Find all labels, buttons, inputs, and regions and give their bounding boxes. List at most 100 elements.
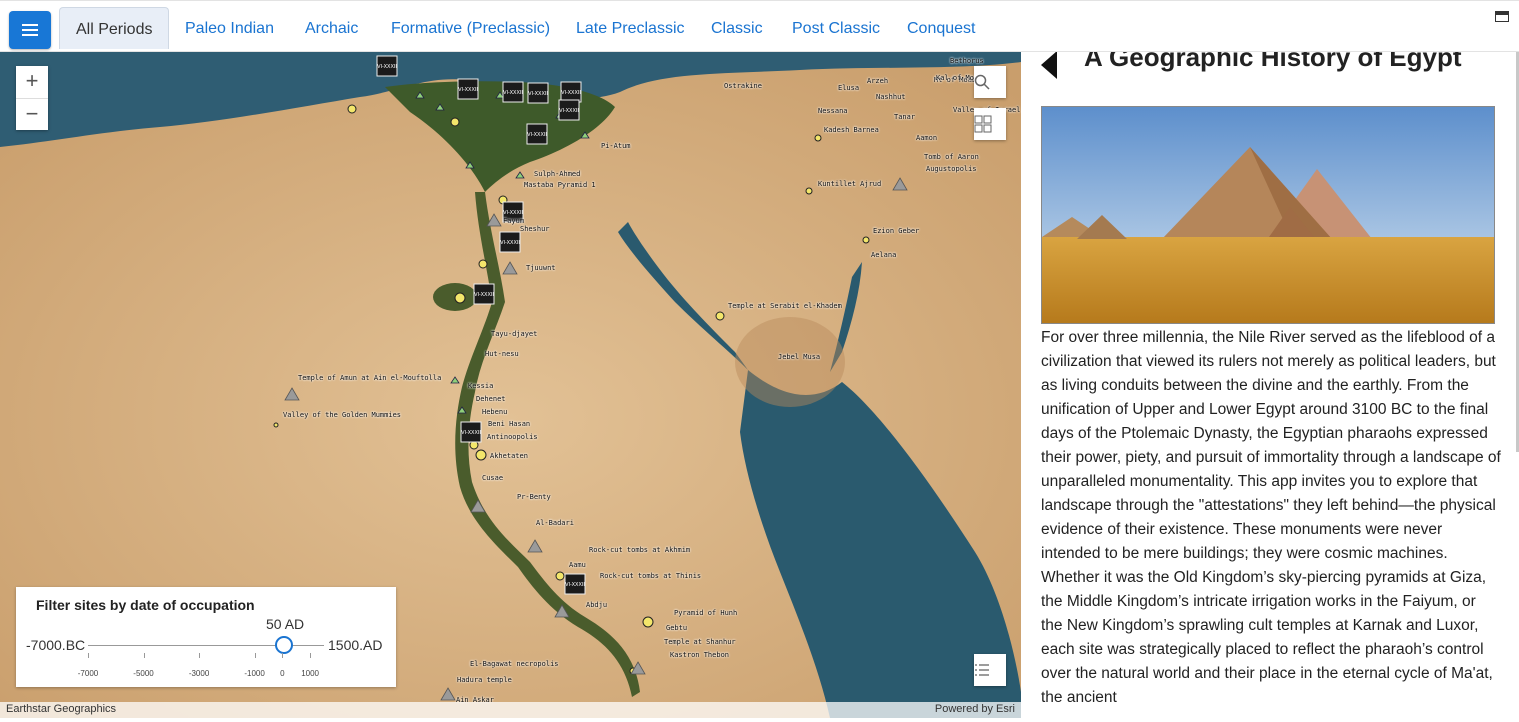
map-place-label[interactable]: Hadura temple	[457, 676, 512, 684]
dynasty-badge-label: VI-XXXII	[528, 91, 548, 97]
hamburger-icon[interactable]	[9, 11, 51, 49]
map-place-label[interactable]: Cusae	[482, 474, 503, 482]
map-place-label[interactable]: Pi-Atum	[601, 142, 631, 150]
map-place-label[interactable]: Pr-Benty	[517, 493, 551, 501]
dynasty-badge-label: VI-XXXII	[474, 292, 494, 298]
attribution-left[interactable]: Earthstar Geographics	[6, 703, 116, 715]
map-place-label[interactable]: Temple of Amun at Ain el-Mouftolla	[298, 374, 441, 382]
map-place-label[interactable]: Elusa	[838, 84, 859, 92]
map-place-label[interactable]: El-Bagawat necropolis	[470, 660, 559, 668]
slider-ticks: -7000 -5000 -3000 -1000 0 1000	[16, 653, 396, 678]
dynasty-badge-marker[interactable]: VI-XXXII	[499, 231, 521, 253]
dynasty-badge-label: VI-XXXII	[500, 240, 520, 246]
slider-tick	[143, 653, 145, 658]
slider-tick-label: -5000	[133, 669, 154, 678]
dynasty-badge-label: VI-XXXII	[503, 90, 523, 96]
dynasty-badge-marker[interactable]: VI-XXXII	[560, 81, 582, 103]
dynasty-badge-marker[interactable]: VI-XXXII	[457, 78, 479, 100]
map-place-label[interactable]: Antinoopolis	[487, 433, 538, 441]
dynasty-badge-marker[interactable]: VI-XXXII	[558, 99, 580, 121]
map-place-label[interactable]: Ostrakine	[724, 82, 762, 90]
map-place-label[interactable]: Tayu-djayet	[491, 330, 537, 338]
attribution-bar: Earthstar Geographics Powered by Esri	[0, 702, 1021, 718]
map-place-label[interactable]: Sheshur	[520, 225, 550, 233]
map-place-label[interactable]: Bethorus	[950, 57, 984, 65]
map-place-label[interactable]: Aamon	[916, 134, 937, 142]
map-place-label[interactable]: Tomb of Aaron	[924, 153, 979, 161]
dynasty-badge-marker[interactable]: VI-XXXII	[564, 573, 586, 595]
dynasty-badge-marker[interactable]: VI-XXXII	[473, 283, 495, 305]
tab-post-classic[interactable]: Post Classic	[776, 7, 896, 49]
map-place-label[interactable]: Hebenu	[482, 408, 507, 416]
basemap-gallery-icon[interactable]	[974, 108, 1006, 140]
tab-archaic[interactable]: Archaic	[289, 7, 374, 49]
pyramids-photo	[1041, 106, 1495, 324]
slider-tick-label: -7000	[77, 669, 99, 678]
map-place-label[interactable]: Rock-cut tombs at Thinis	[600, 572, 701, 580]
window-icon[interactable]	[1495, 11, 1509, 22]
map-place-label[interactable]: Jebel Musa	[778, 353, 820, 361]
zoom-out-button[interactable]: −	[16, 98, 48, 131]
dynasty-badge-marker[interactable]: VI-XXXII	[502, 81, 524, 103]
back-arrow-icon[interactable]	[1041, 52, 1057, 79]
map-place-label[interactable]: Al-Badari	[536, 519, 574, 527]
attribution-right[interactable]: Powered by Esri	[935, 703, 1015, 715]
slider-tick	[282, 653, 284, 658]
search-icon[interactable]	[974, 66, 1006, 98]
tab-paleo-indian[interactable]: Paleo Indian	[169, 7, 290, 49]
zoom-in-button[interactable]: +	[16, 66, 48, 98]
slider-tick	[199, 653, 201, 658]
tab-conquest[interactable]: Conquest	[891, 7, 992, 49]
map-place-label[interactable]: Hut-nesu	[485, 350, 519, 358]
map-place-label[interactable]: Kastron Thebon	[670, 651, 729, 659]
map-view[interactable]: VI-XXXII VI-XXXII VI-XXXII VI-XXXII VI-XXXII…	[0, 52, 1021, 718]
map-place-label[interactable]: Nessana	[818, 107, 848, 115]
map-place-label[interactable]: Beni Hasan	[488, 420, 530, 428]
map-place-label[interactable]: Pyramid of Hunh	[674, 609, 737, 617]
slider-thumb[interactable]	[274, 636, 293, 654]
map-place-label[interactable]: Kadesh Barnea	[824, 126, 879, 134]
tab-all-periods[interactable]: All Periods	[59, 7, 170, 49]
map-place-label[interactable]: Kuntillet Ajrud	[818, 180, 881, 188]
map-place-label[interactable]: Augustopolis	[926, 165, 977, 173]
tab-classic[interactable]: Classic	[695, 7, 779, 49]
map-place-label[interactable]: Kessia	[468, 382, 493, 390]
map-place-label[interactable]: Valley of the Golden Mummies	[283, 411, 401, 419]
map-place-label[interactable]: Tjuuwnt	[526, 264, 556, 272]
slider-tick-label: 0	[280, 669, 285, 678]
dynasty-badge-marker[interactable]: VI-XXXII	[527, 82, 549, 104]
panel-title: A Geographic History of Egypt	[1084, 52, 1462, 72]
map-place-label[interactable]: Sulph-Ahmed	[534, 170, 580, 178]
map-place-label[interactable]: Abdju	[586, 601, 607, 609]
slider-tick	[254, 653, 256, 658]
dynasty-badge-marker[interactable]: VI-XXXII	[526, 123, 548, 145]
map-place-label[interactable]: Tanar	[894, 113, 915, 121]
filter-current-value: 50 AD	[266, 616, 305, 632]
info-panel: A Geographic History of Egypt For over t…	[1021, 52, 1519, 722]
dynasty-badge-label: VI-XXXII	[561, 90, 581, 96]
map-place-label[interactable]: Aamu	[569, 561, 586, 569]
dynasty-badge-marker[interactable]: VI-XXXII	[460, 421, 482, 443]
map-place-label[interactable]: Dehenet	[476, 395, 506, 403]
legend-list-icon[interactable]	[974, 654, 1006, 686]
tab-late-preclassic[interactable]: Late Preclassic	[560, 7, 701, 49]
map-place-label[interactable]: Akhetaten	[490, 452, 528, 460]
map-place-label[interactable]: Temple at Shanhur	[664, 638, 736, 646]
filter-max-label: 1500.AD	[328, 637, 383, 653]
map-place-label[interactable]: Fayum	[503, 217, 524, 225]
dynasty-badge-label: VI-XXXII	[461, 430, 481, 436]
filter-title: Filter sites by date of occupation	[36, 597, 255, 613]
map-place-label[interactable]: Gebtu	[666, 624, 687, 632]
panel-body-text: For over three millennia, the Nile River…	[1041, 329, 1501, 706]
map-place-label[interactable]: Arzeh	[867, 77, 888, 85]
slider-tick-label: 1000	[301, 669, 320, 678]
slider-tick	[88, 653, 89, 658]
dynasty-badge-marker[interactable]: VI-XXXII	[376, 55, 398, 77]
tab-formative-preclassic[interactable]: Formative (Preclassic)	[375, 7, 566, 49]
map-place-label[interactable]: Temple at Serabit el-Khadem	[728, 302, 842, 310]
map-place-label[interactable]: Rock-cut tombs at Akhmim	[589, 546, 690, 554]
map-place-label[interactable]: Aelana	[871, 251, 896, 259]
map-place-label[interactable]: Nashhut	[876, 93, 906, 101]
map-place-label[interactable]: Ezion Geber	[873, 227, 919, 235]
map-place-label[interactable]: Mastaba Pyramid 1	[524, 181, 596, 189]
